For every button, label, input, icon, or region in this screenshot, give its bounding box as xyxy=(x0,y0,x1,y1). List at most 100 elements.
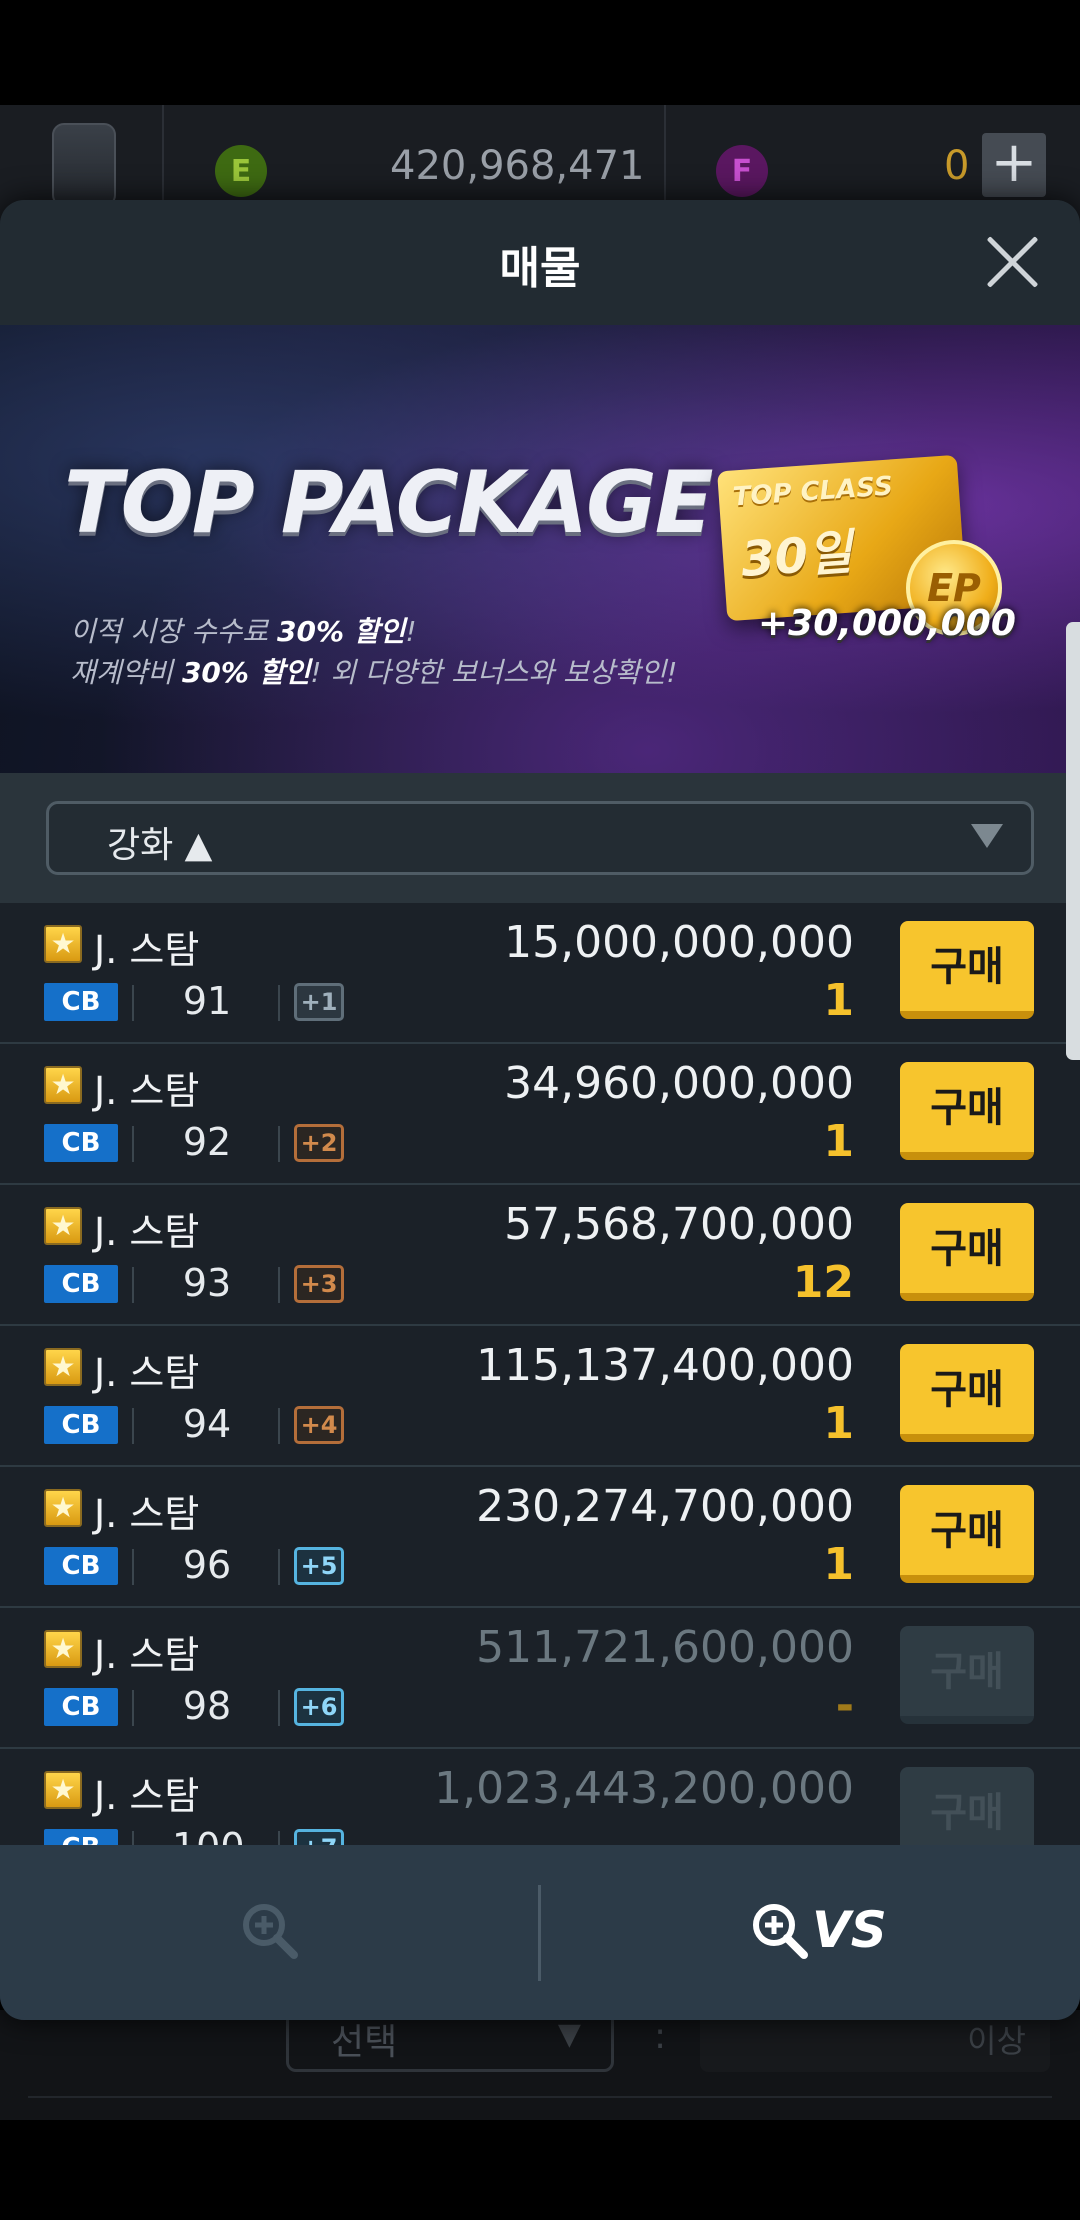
listing-price: 1,023,443,200,000 xyxy=(434,1763,854,1814)
position-badge: CB xyxy=(44,1547,118,1585)
enhance-badge: +7 xyxy=(294,1829,344,1845)
position-badge: CB xyxy=(44,1124,118,1162)
background-select-label: 선택 xyxy=(331,2022,398,2063)
bottom-action-bar: VS xyxy=(0,1845,1080,2020)
buy-button[interactable]: 구매 xyxy=(900,921,1034,1019)
banner-text: 이적 시장 수수료 xyxy=(70,615,278,648)
divider xyxy=(162,105,164,205)
chevron-down-icon: ▼ xyxy=(557,2017,581,2052)
buy-button[interactable]: 구매 xyxy=(900,1485,1034,1583)
position-badge: CB xyxy=(44,1688,118,1726)
divider xyxy=(132,985,134,1021)
background-colon: : xyxy=(654,2016,667,2057)
modal-title: 매물 xyxy=(499,243,581,294)
position-badge: CB xyxy=(44,983,118,1021)
divider xyxy=(278,985,280,1021)
star-icon: ★ xyxy=(44,1348,82,1386)
divider xyxy=(278,1267,280,1303)
position-badge: CB xyxy=(44,1829,118,1845)
card-label: TOP CLASS xyxy=(731,471,894,513)
listing-row[interactable]: ★ J. 스탐 CB 92 +2 34,960,000,000 1 구매 xyxy=(0,1044,1080,1185)
enhance-badge: +3 xyxy=(294,1265,344,1303)
divider xyxy=(28,2096,1052,2098)
player-name: J. 스탐 xyxy=(94,1492,200,1536)
buy-button[interactable]: 구매 xyxy=(900,1344,1034,1442)
star-icon: ★ xyxy=(44,1489,82,1527)
f-coin-count: 0 xyxy=(944,143,970,189)
f-coin-icon: F xyxy=(716,145,768,197)
player-name: J. 스탐 xyxy=(94,1774,200,1818)
enhance-badge: +1 xyxy=(294,983,344,1021)
card-days: 30일 xyxy=(739,524,854,589)
enhance-badge: +5 xyxy=(294,1547,344,1585)
player-ovr: 100 xyxy=(172,1825,245,1845)
divider xyxy=(132,1690,134,1726)
divider xyxy=(278,1690,280,1726)
top-package-banner[interactable]: TOP PACKAGE 이적 시장 수수료 30% 할인! 재계약비 30% 할… xyxy=(0,325,1080,773)
listing-count: - xyxy=(835,1680,854,1731)
star-icon: ★ xyxy=(44,1066,82,1104)
star-icon: ★ xyxy=(44,1207,82,1245)
buy-button[interactable]: 구매 xyxy=(900,1767,1034,1845)
divider xyxy=(132,1126,134,1162)
listing-count: 1 xyxy=(823,1398,854,1449)
close-button[interactable] xyxy=(982,232,1042,292)
listing-price: 57,568,700,000 xyxy=(504,1199,854,1250)
player-name: J. 스탐 xyxy=(94,1351,200,1395)
listing-count: 12 xyxy=(792,1257,854,1308)
divider xyxy=(278,1831,280,1845)
divider xyxy=(664,105,666,205)
zoom-button[interactable] xyxy=(240,1901,300,1961)
listing-row[interactable]: ★ J. 스탐 CB 100 +7 1,023,443,200,000 구매 xyxy=(0,1749,1080,1845)
banner-line-1: 이적 시장 수수료 30% 할인! xyxy=(70,610,417,650)
manager-avatar xyxy=(52,123,116,207)
enhance-badge: +6 xyxy=(294,1688,344,1726)
player-ovr: 93 xyxy=(182,1261,232,1305)
modal-header: 매물 xyxy=(0,200,1080,325)
compare-vs-button[interactable]: VS xyxy=(750,1897,887,1967)
enhance-badge: +2 xyxy=(294,1124,344,1162)
card-amount: +30,000,000 xyxy=(758,603,1016,644)
player-name: J. 스탐 xyxy=(94,1210,200,1254)
listing-count: 1 xyxy=(823,1116,854,1167)
side-scroll-handle[interactable] xyxy=(1066,622,1080,1060)
listing-row[interactable]: ★ J. 스탐 CB 91 +1 15,000,000,000 1 구매 xyxy=(0,903,1080,1044)
listing-list[interactable]: ★ J. 스탐 CB 91 +1 15,000,000,000 1 구매 ★ J. 스탐 CB 92 +… xyxy=(0,903,1080,1845)
buy-button[interactable]: 구매 xyxy=(900,1626,1034,1724)
vs-label: VS xyxy=(812,1901,887,1959)
listing-count: 1 xyxy=(823,975,854,1026)
divider xyxy=(132,1408,134,1444)
divider xyxy=(132,1267,134,1303)
sort-area: 강화 ▲ xyxy=(0,773,1080,903)
enhance-badge: +4 xyxy=(294,1406,344,1444)
banner-title: TOP PACKAGE xyxy=(64,453,713,553)
banner-text: 재계약비 xyxy=(70,656,182,689)
sort-label: 강화 ▲ xyxy=(107,825,213,866)
listing-row[interactable]: ★ J. 스탐 CB 94 +4 115,137,400,000 1 구매 xyxy=(0,1326,1080,1467)
player-name: J. 스탐 xyxy=(94,928,200,972)
listing-row[interactable]: ★ J. 스탐 CB 93 +3 57,568,700,000 12 구매 xyxy=(0,1185,1080,1326)
banner-line-2: 재계약비 30% 할인! 외 다양한 보너스와 보상확인! xyxy=(70,651,677,691)
banner-text: ! xyxy=(405,615,417,648)
listing-price: 34,960,000,000 xyxy=(504,1058,854,1109)
position-badge: CB xyxy=(44,1406,118,1444)
listing-count: 1 xyxy=(823,1539,854,1590)
divider xyxy=(132,1831,134,1845)
banner-highlight: 30% 할인 xyxy=(277,615,406,648)
position-badge: CB xyxy=(44,1265,118,1303)
star-icon: ★ xyxy=(44,1630,82,1668)
listing-row[interactable]: ★ J. 스탐 CB 96 +5 230,274,700,000 1 구매 xyxy=(0,1467,1080,1608)
zoom-in-icon xyxy=(753,1904,808,1959)
dropdown-arrow-icon xyxy=(971,824,1003,848)
divider xyxy=(278,1408,280,1444)
player-ovr: 94 xyxy=(182,1402,232,1446)
star-icon: ★ xyxy=(44,925,82,963)
buy-button[interactable]: 구매 xyxy=(900,1203,1034,1301)
listing-price: 230,274,700,000 xyxy=(476,1481,854,1532)
sort-dropdown[interactable]: 강화 ▲ xyxy=(46,801,1034,875)
divider xyxy=(278,1126,280,1162)
add-currency-button[interactable]: + xyxy=(982,133,1046,197)
listing-price: 15,000,000,000 xyxy=(504,917,854,968)
listing-row[interactable]: ★ J. 스탐 CB 98 +6 511,721,600,000 - 구매 xyxy=(0,1608,1080,1749)
buy-button[interactable]: 구매 xyxy=(900,1062,1034,1160)
